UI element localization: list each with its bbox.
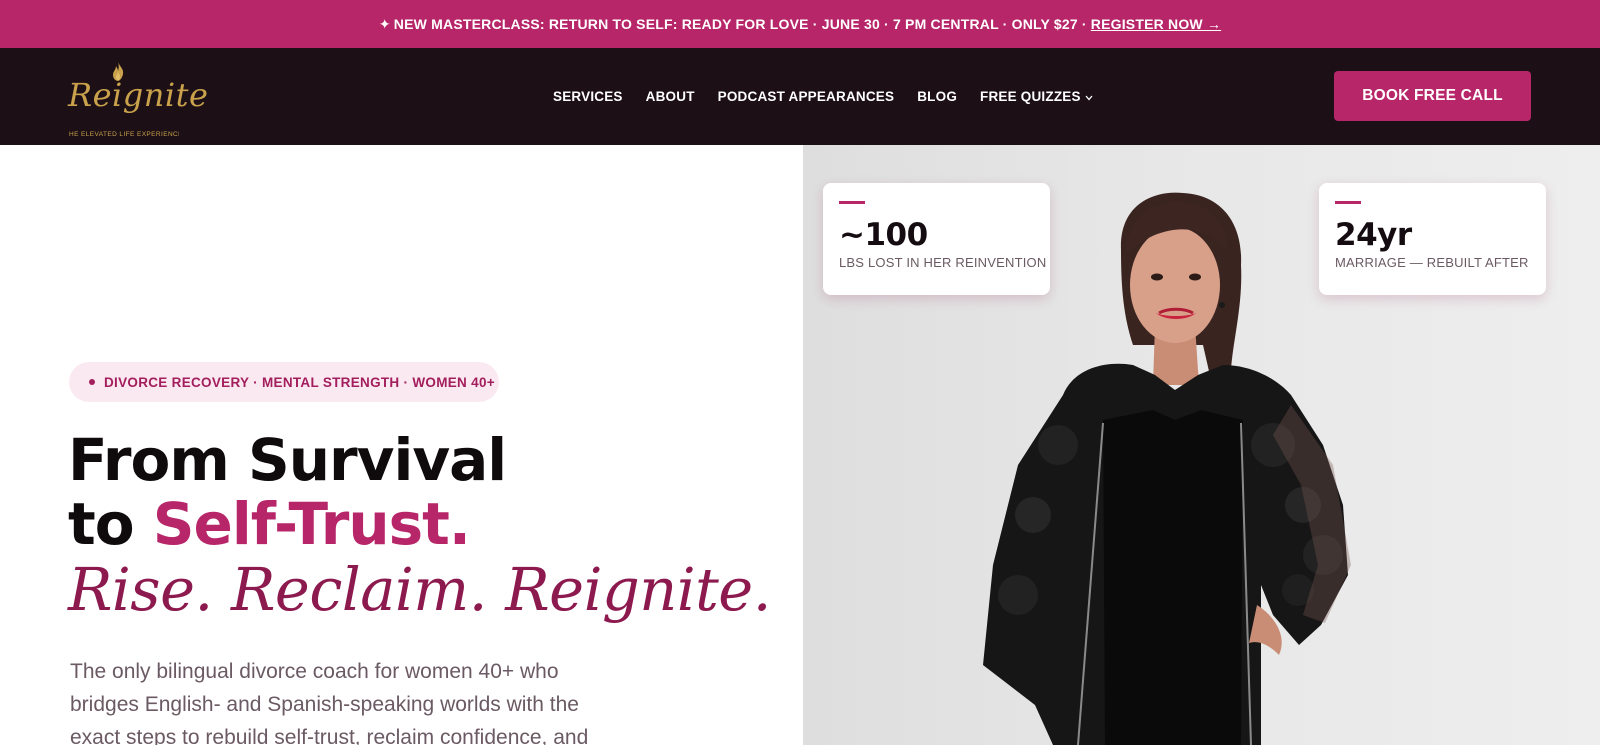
nav-item-blog[interactable]: BLOG [917,89,957,104]
category-pill: DIVORCE RECOVERY · MENTAL STRENGTH · WOM… [69,362,499,402]
announcement-text: NEW MASTERCLASS: RETURN TO SELF: READY F… [393,16,1087,32]
site-header: Reignite HE ELEVATED LIFE EXPERIENCE SER… [0,48,1600,145]
headline-accent: Self-Trust. [152,490,471,558]
chevron-down-icon [1085,95,1093,100]
stat-label: MARRIAGE — REBUILT AFTER [1335,255,1529,270]
reignite-logo[interactable]: Reignite HE ELEVATED LIFE EXPERIENCE [68,62,209,138]
announcement-bar: ✦ NEW MASTERCLASS: RETURN TO SELF: READY… [0,0,1600,48]
headline-line-1: From Survival [68,426,507,494]
stat-accent-bar [1335,201,1361,204]
nav-item-label: SERVICES [553,89,623,104]
stat-value: 24yr [1335,217,1412,253]
category-pill-text: DIVORCE RECOVERY · MENTAL STRENGTH · WOM… [104,374,495,390]
nav-item-label: BLOG [917,89,958,104]
nav-item-about[interactable]: ABOUT [646,89,695,104]
coach-portrait-photo: ~100 LBS LOST IN HER REINVENTION 24yr MA… [803,145,1600,745]
main-nav: SERVICES ABOUT PODCAST APPEARANCES BLOG … [553,48,1116,145]
nav-item-services[interactable]: SERVICES [553,89,623,104]
stat-card-weight: ~100 LBS LOST IN HER REINVENTION [823,183,1050,295]
logo-wordmark: Reignite [68,76,209,114]
logo-tagline: HE ELEVATED LIFE EXPERIENCE [69,131,179,138]
stat-card-marriage: 24yr MARRIAGE — REBUILT AFTER [1319,183,1546,295]
bullet-dot-icon [89,379,95,385]
sparkle-icon: ✦ [378,15,391,32]
stat-value: ~100 [839,217,928,253]
headline-line-2-prefix: to [68,490,135,558]
stat-label: LBS LOST IN HER REINVENTION [839,255,1047,270]
hero-headline: From Survival to Self-Trust. [68,428,768,556]
nav-item-label: ABOUT [645,89,695,104]
hero-script-tagline: Rise. Reclaim. Reignite. [68,555,771,624]
nav-item-podcast-appearances[interactable]: PODCAST APPEARANCES [718,89,895,104]
stat-accent-bar [839,201,865,204]
nav-item-label: PODCAST APPEARANCES [717,89,895,104]
book-free-call-button[interactable]: BOOK FREE CALL [1334,71,1531,121]
hero-body-copy: The only bilingual divorce coach for wom… [70,660,589,745]
nav-item-free-quizzes[interactable]: FREE QUIZZES [980,89,1093,104]
nav-item-label: FREE QUIZZES [980,89,1081,104]
register-now-link[interactable]: REGISTER NOW → [1091,16,1221,32]
